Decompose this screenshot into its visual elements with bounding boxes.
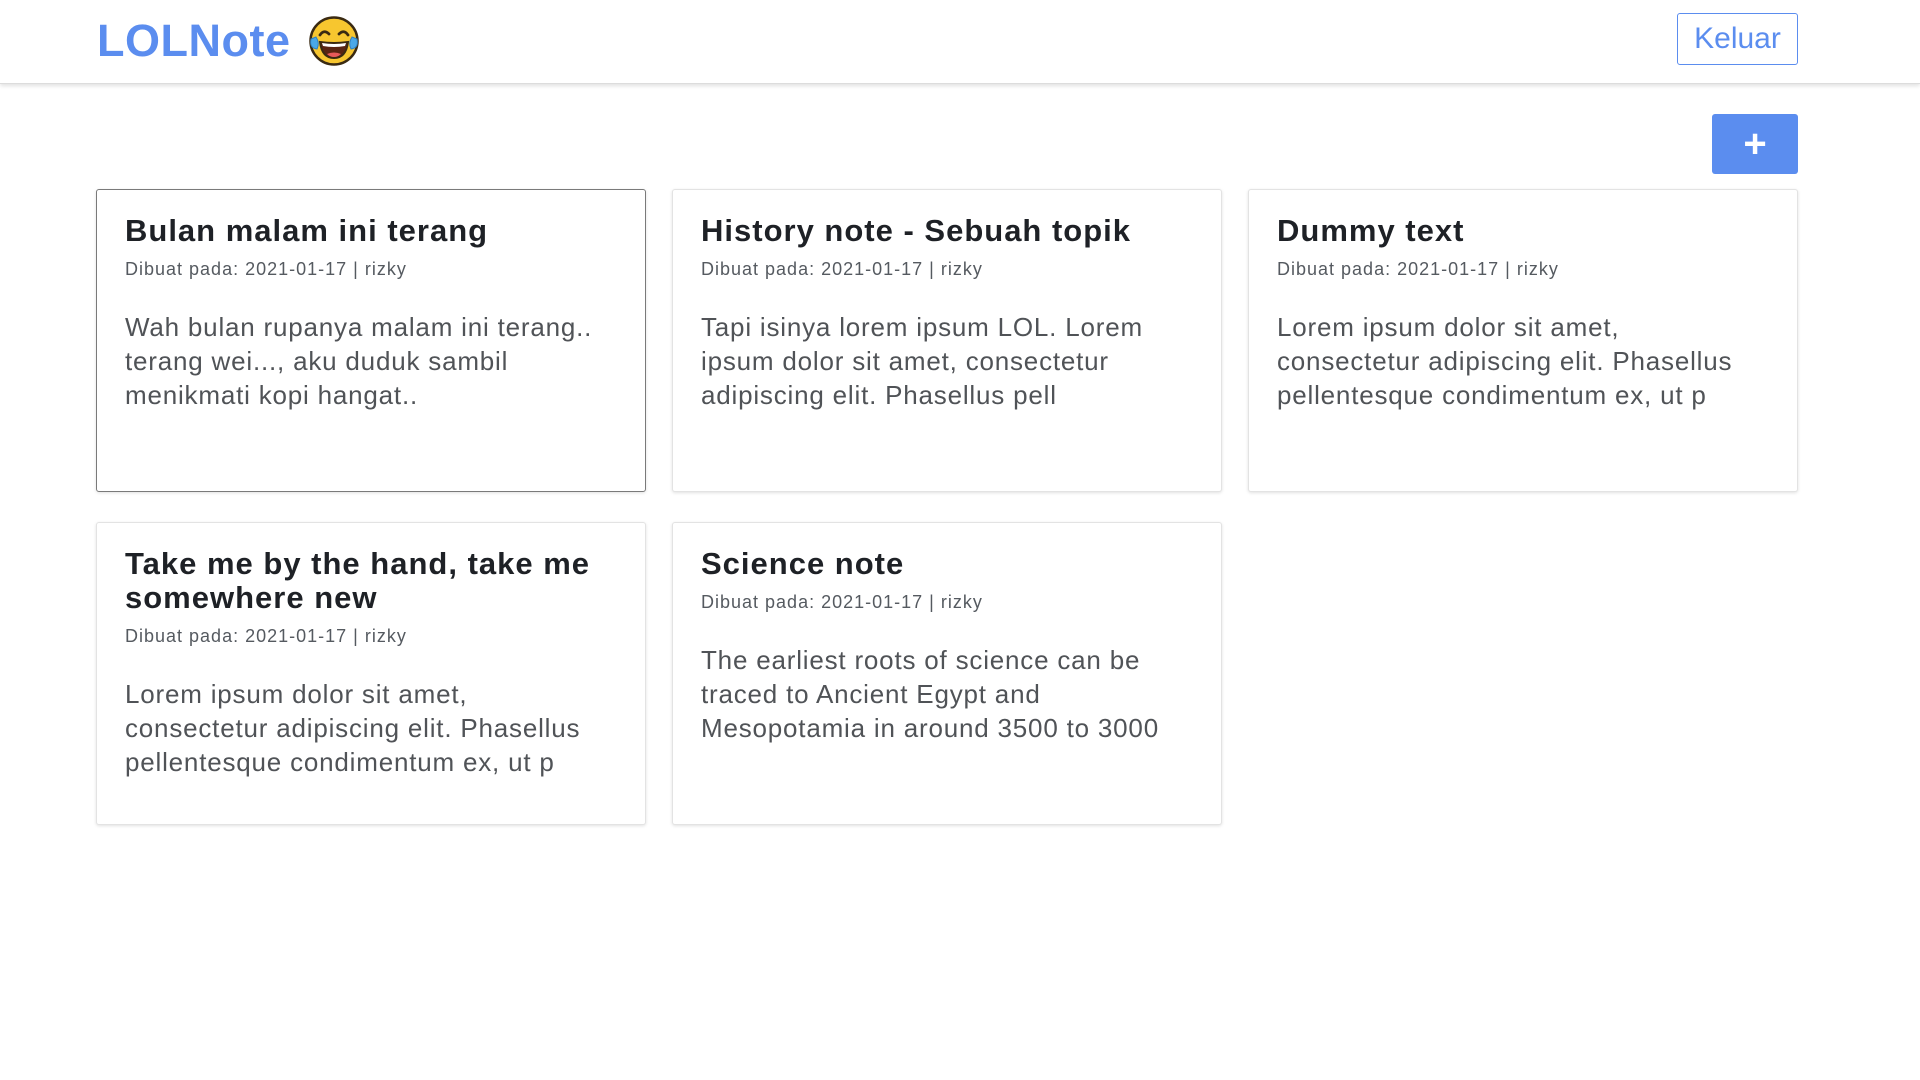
- note-excerpt: The earliest roots of science can be tra…: [701, 645, 1159, 743]
- note-card[interactable]: Bulan malam ini terang Dibuat pada: 2021…: [96, 189, 646, 492]
- note-excerpt: Tapi isinya lorem ipsum LOL. Lorem ipsum…: [701, 312, 1143, 410]
- add-note-button[interactable]: +: [1712, 114, 1798, 174]
- note-card[interactable]: Take me by the hand, take me somewhere n…: [96, 522, 646, 825]
- plus-icon: +: [1743, 122, 1767, 166]
- brand-link[interactable]: LOLNote: [97, 12, 360, 70]
- note-meta: Dibuat pada: 2021-01-17 | rizky: [1277, 259, 1559, 279]
- note-meta: Dibuat pada: 2021-01-17 | rizky: [125, 259, 407, 279]
- logout-button[interactable]: Keluar: [1677, 13, 1798, 65]
- note-meta: Dibuat pada: 2021-01-17 | rizky: [125, 626, 407, 646]
- note-meta: Dibuat pada: 2021-01-17 | rizky: [701, 592, 983, 612]
- note-title: Science note: [701, 546, 905, 581]
- note-card[interactable]: Dummy text Dibuat pada: 2021-01-17 | riz…: [1248, 189, 1798, 492]
- note-title: History note - Sebuah topik: [701, 213, 1132, 248]
- note-excerpt: Wah bulan rupanya malam ini terang.. ter…: [125, 312, 593, 410]
- note-excerpt: Lorem ipsum dolor sit amet, consectetur …: [1277, 312, 1733, 410]
- note-card[interactable]: Science note Dibuat pada: 2021-01-17 | r…: [672, 522, 1222, 825]
- brand-title: LOLNote: [97, 15, 291, 66]
- note-excerpt: Lorem ipsum dolor sit amet, consectetur …: [125, 679, 581, 777]
- note-meta: Dibuat pada: 2021-01-17 | rizky: [701, 259, 983, 279]
- note-card[interactable]: History note - Sebuah topik Dibuat pada:…: [672, 189, 1222, 492]
- laughing-emoji-icon: [309, 16, 360, 66]
- note-title: Dummy text: [1277, 213, 1465, 248]
- note-title: Bulan malam ini terang: [125, 213, 489, 248]
- note-title: Take me by the hand, take me somewhere n…: [125, 546, 591, 615]
- notes-grid: Bulan malam ini terang Dibuat pada: 2021…: [96, 189, 1798, 825]
- navbar: LOLNote Keluar: [0, 0, 1920, 84]
